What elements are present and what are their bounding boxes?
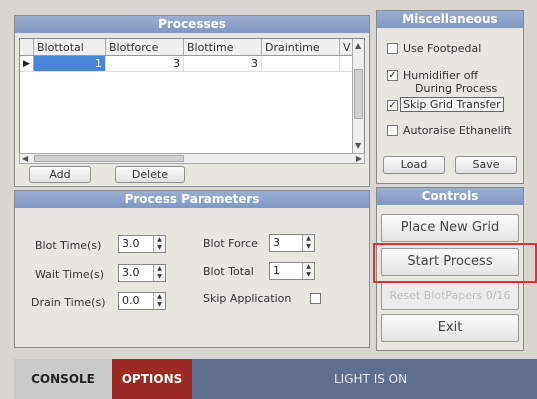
row-marker-icon: ▶ [20,56,34,71]
processes-panel: Processes Blottotal Blotforce Blottime D… [14,15,370,187]
scroll-left-icon[interactable]: ◀ [22,154,28,164]
cell-blottime[interactable]: 3 [184,56,262,71]
processes-title: Processes [15,16,369,33]
highlight-box [373,243,537,283]
blot-total-spinbox[interactable]: 1 ▲ ▼ [269,262,315,280]
bottom-bar: CONSOLE OPTIONS LIGHT IS ON [14,359,537,399]
load-button[interactable]: Load [383,156,445,174]
cell-blotforce[interactable]: 3 [106,56,184,71]
blot-total-label: Blot Total [203,265,254,278]
horizontal-scrollbar[interactable]: ◀ ▶ [19,153,365,164]
autoraise-label: Autoraise Ethanelift [403,124,512,137]
blot-total-value: 1 [273,264,280,277]
humidifier-checkbox[interactable]: ✓ [387,70,398,81]
column-header-blottime[interactable]: Blottime [184,39,262,55]
wait-time-label: Wait Time(s) [35,268,105,281]
miscellaneous-title: Miscellaneous [377,11,523,28]
controls-title: Controls [377,188,523,205]
skip-grid-transfer-checkbox[interactable]: ✓ [387,100,398,111]
delete-button[interactable]: Delete [115,166,185,183]
place-new-grid-button[interactable]: Place New Grid [381,214,519,242]
process-parameters-title: Process Parameters [15,191,369,208]
cell-blottotal[interactable]: 1 [34,56,106,71]
spin-arrows-icon[interactable]: ▲ ▼ [302,235,314,251]
reset-blotpapers-button[interactable]: Reset BlotPapers 0/16 [381,282,519,310]
spin-arrows-icon[interactable]: ▲ ▼ [302,263,314,279]
drain-time-value: 0.0 [122,294,140,307]
blot-time-label: Blot Time(s) [35,239,102,252]
process-parameters-panel: Process Parameters Blot Time(s) 3.0 ▲ ▼ W… [14,190,370,348]
vertical-scroll-thumb[interactable] [354,69,363,119]
spin-arrows-icon[interactable]: ▲ ▼ [153,236,165,252]
skip-grid-transfer-label: Skip Grid Transfer [400,97,504,112]
drain-time-label: Drain Time(s) [31,296,106,309]
blot-force-value: 3 [273,236,280,249]
table-row[interactable]: ▶ 1 3 3 [20,56,364,72]
humidifier-label-line2: During Process [415,82,498,95]
add-button[interactable]: Add [29,166,91,183]
spin-arrows-icon[interactable]: ▲ ▼ [153,293,165,309]
cell-draintime[interactable] [262,56,340,71]
tab-console[interactable]: CONSOLE [14,359,112,399]
processes-table[interactable]: Blottotal Blotforce Blottime Draintime V… [19,38,365,154]
blot-force-spinbox[interactable]: 3 ▲ ▼ [269,234,315,252]
tab-options[interactable]: OPTIONS [112,359,192,399]
skip-application-label: Skip Application [203,292,292,305]
blot-time-value: 3.0 [122,237,140,250]
column-header-draintime[interactable]: Draintime [262,39,340,55]
scroll-down-icon[interactable]: ▼ [355,141,361,151]
scroll-up-icon[interactable]: ▲ [355,41,361,51]
save-button[interactable]: Save [455,156,517,174]
exit-button[interactable]: Exit [381,314,519,342]
autoraise-checkbox[interactable] [387,125,398,136]
scroll-right-icon[interactable]: ▶ [356,154,362,164]
column-header-blottotal[interactable]: Blottotal [34,39,106,55]
humidifier-label-line1: Humidifier off [403,69,479,82]
vertical-scrollbar[interactable]: ▲ ▼ [352,39,364,153]
blot-force-label: Blot Force [203,237,258,250]
light-status-text: LIGHT IS ON [334,372,408,386]
column-header-blotforce[interactable]: Blotforce [106,39,184,55]
skip-application-checkbox[interactable] [310,293,321,304]
row-header-corner [20,39,34,55]
horizontal-scroll-thumb[interactable] [34,155,184,162]
table-header: Blottotal Blotforce Blottime Draintime V [20,39,364,56]
miscellaneous-panel: Miscellaneous Use Footpedal ✓ Humidifier… [376,10,524,184]
wait-time-value: 3.0 [122,266,140,279]
use-footpedal-label: Use Footpedal [403,42,482,55]
blot-time-spinbox[interactable]: 3.0 ▲ ▼ [118,235,166,253]
drain-time-spinbox[interactable]: 0.0 ▲ ▼ [118,292,166,310]
use-footpedal-checkbox[interactable] [387,43,398,54]
spin-arrows-icon[interactable]: ▲ ▼ [153,265,165,281]
wait-time-spinbox[interactable]: 3.0 ▲ ▼ [118,264,166,282]
